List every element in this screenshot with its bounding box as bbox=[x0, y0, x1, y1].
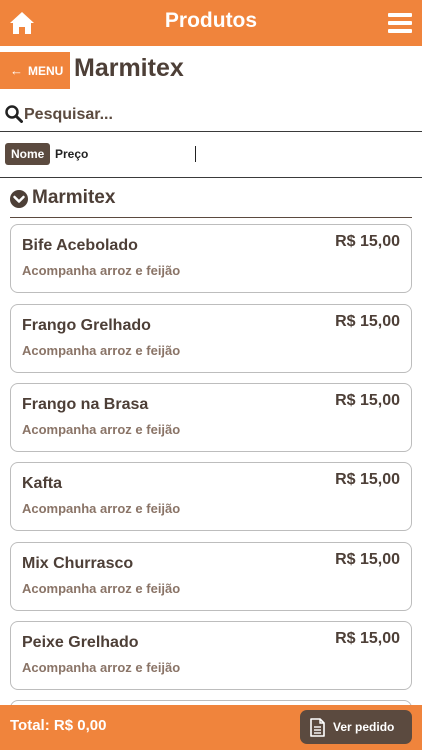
arrow-left-icon: ← bbox=[10, 63, 23, 78]
product-card[interactable]: Frango na Brasa R$ 15,00 Acompanha arroz… bbox=[10, 383, 412, 452]
hamburger-menu-icon[interactable] bbox=[388, 12, 412, 34]
search-icon bbox=[5, 105, 23, 123]
product-description: Acompanha arroz e feijão bbox=[22, 422, 181, 437]
menu-button-label: MENU bbox=[28, 63, 64, 78]
product-description: Acompanha arroz e feijão bbox=[22, 660, 181, 675]
product-description: Acompanha arroz e feijão bbox=[22, 263, 181, 278]
product-price: R$ 15,00 bbox=[335, 630, 400, 647]
chevron-down-circle-icon bbox=[10, 190, 28, 208]
product-name: Frango na Brasa bbox=[22, 396, 149, 413]
product-price: R$ 15,00 bbox=[335, 551, 400, 568]
subheader: ← MENU Marmitex bbox=[0, 52, 422, 92]
product-name: Mix Churrasco bbox=[22, 555, 134, 572]
product-name: Frango Grelhado bbox=[22, 317, 151, 334]
product-card[interactable]: Kafta R$ 15,00 Acompanha arroz e feijão bbox=[10, 462, 412, 531]
product-name: Bife Acebolado bbox=[22, 237, 138, 254]
view-order-label: Ver pedido bbox=[333, 720, 395, 734]
product-card[interactable]: Bife Acebolado R$ 15,00 Acompanha arroz … bbox=[10, 224, 412, 293]
product-card[interactable]: Peixe Grelhado R$ 15,00 Acompanha arroz … bbox=[10, 621, 412, 690]
bottom-bar: Total: R$ 0,00 Ver pedido bbox=[0, 705, 422, 750]
view-order-button[interactable]: Ver pedido bbox=[300, 710, 412, 744]
product-card[interactable]: Mix Churrasco R$ 15,00 Acompanha arroz e… bbox=[10, 542, 412, 611]
search-bar bbox=[0, 100, 422, 132]
header-title: Produtos bbox=[164, 9, 258, 32]
product-price: R$ 15,00 bbox=[335, 392, 400, 409]
back-to-menu-button[interactable]: ← MENU bbox=[0, 52, 70, 89]
page-title: Marmitex bbox=[74, 54, 184, 82]
order-total: Total: R$ 0,00 bbox=[10, 717, 107, 734]
product-name: Kafta bbox=[22, 475, 63, 492]
section-header[interactable]: Marmitex bbox=[10, 185, 412, 218]
sort-by-price-button[interactable]: Preço bbox=[55, 147, 88, 161]
product-card[interactable]: Frango Grelhado R$ 15,00 Acompanha arroz… bbox=[10, 304, 412, 373]
document-icon bbox=[310, 717, 325, 737]
top-bar: Produtos bbox=[0, 0, 422, 46]
section-title: Marmitex bbox=[32, 187, 116, 208]
search-input[interactable] bbox=[24, 102, 414, 128]
product-name: Peixe Grelhado bbox=[22, 634, 139, 651]
product-description: Acompanha arroz e feijão bbox=[22, 581, 181, 596]
product-price: R$ 15,00 bbox=[335, 313, 400, 330]
product-description: Acompanha arroz e feijão bbox=[22, 343, 181, 358]
text-cursor bbox=[195, 146, 196, 162]
product-price: R$ 15,00 bbox=[335, 471, 400, 488]
product-price: R$ 15,00 bbox=[335, 233, 400, 250]
product-description: Acompanha arroz e feijão bbox=[22, 501, 181, 516]
sort-by-name-button[interactable]: Nome bbox=[5, 143, 51, 165]
sort-bar: Nome Preço bbox=[0, 133, 422, 178]
